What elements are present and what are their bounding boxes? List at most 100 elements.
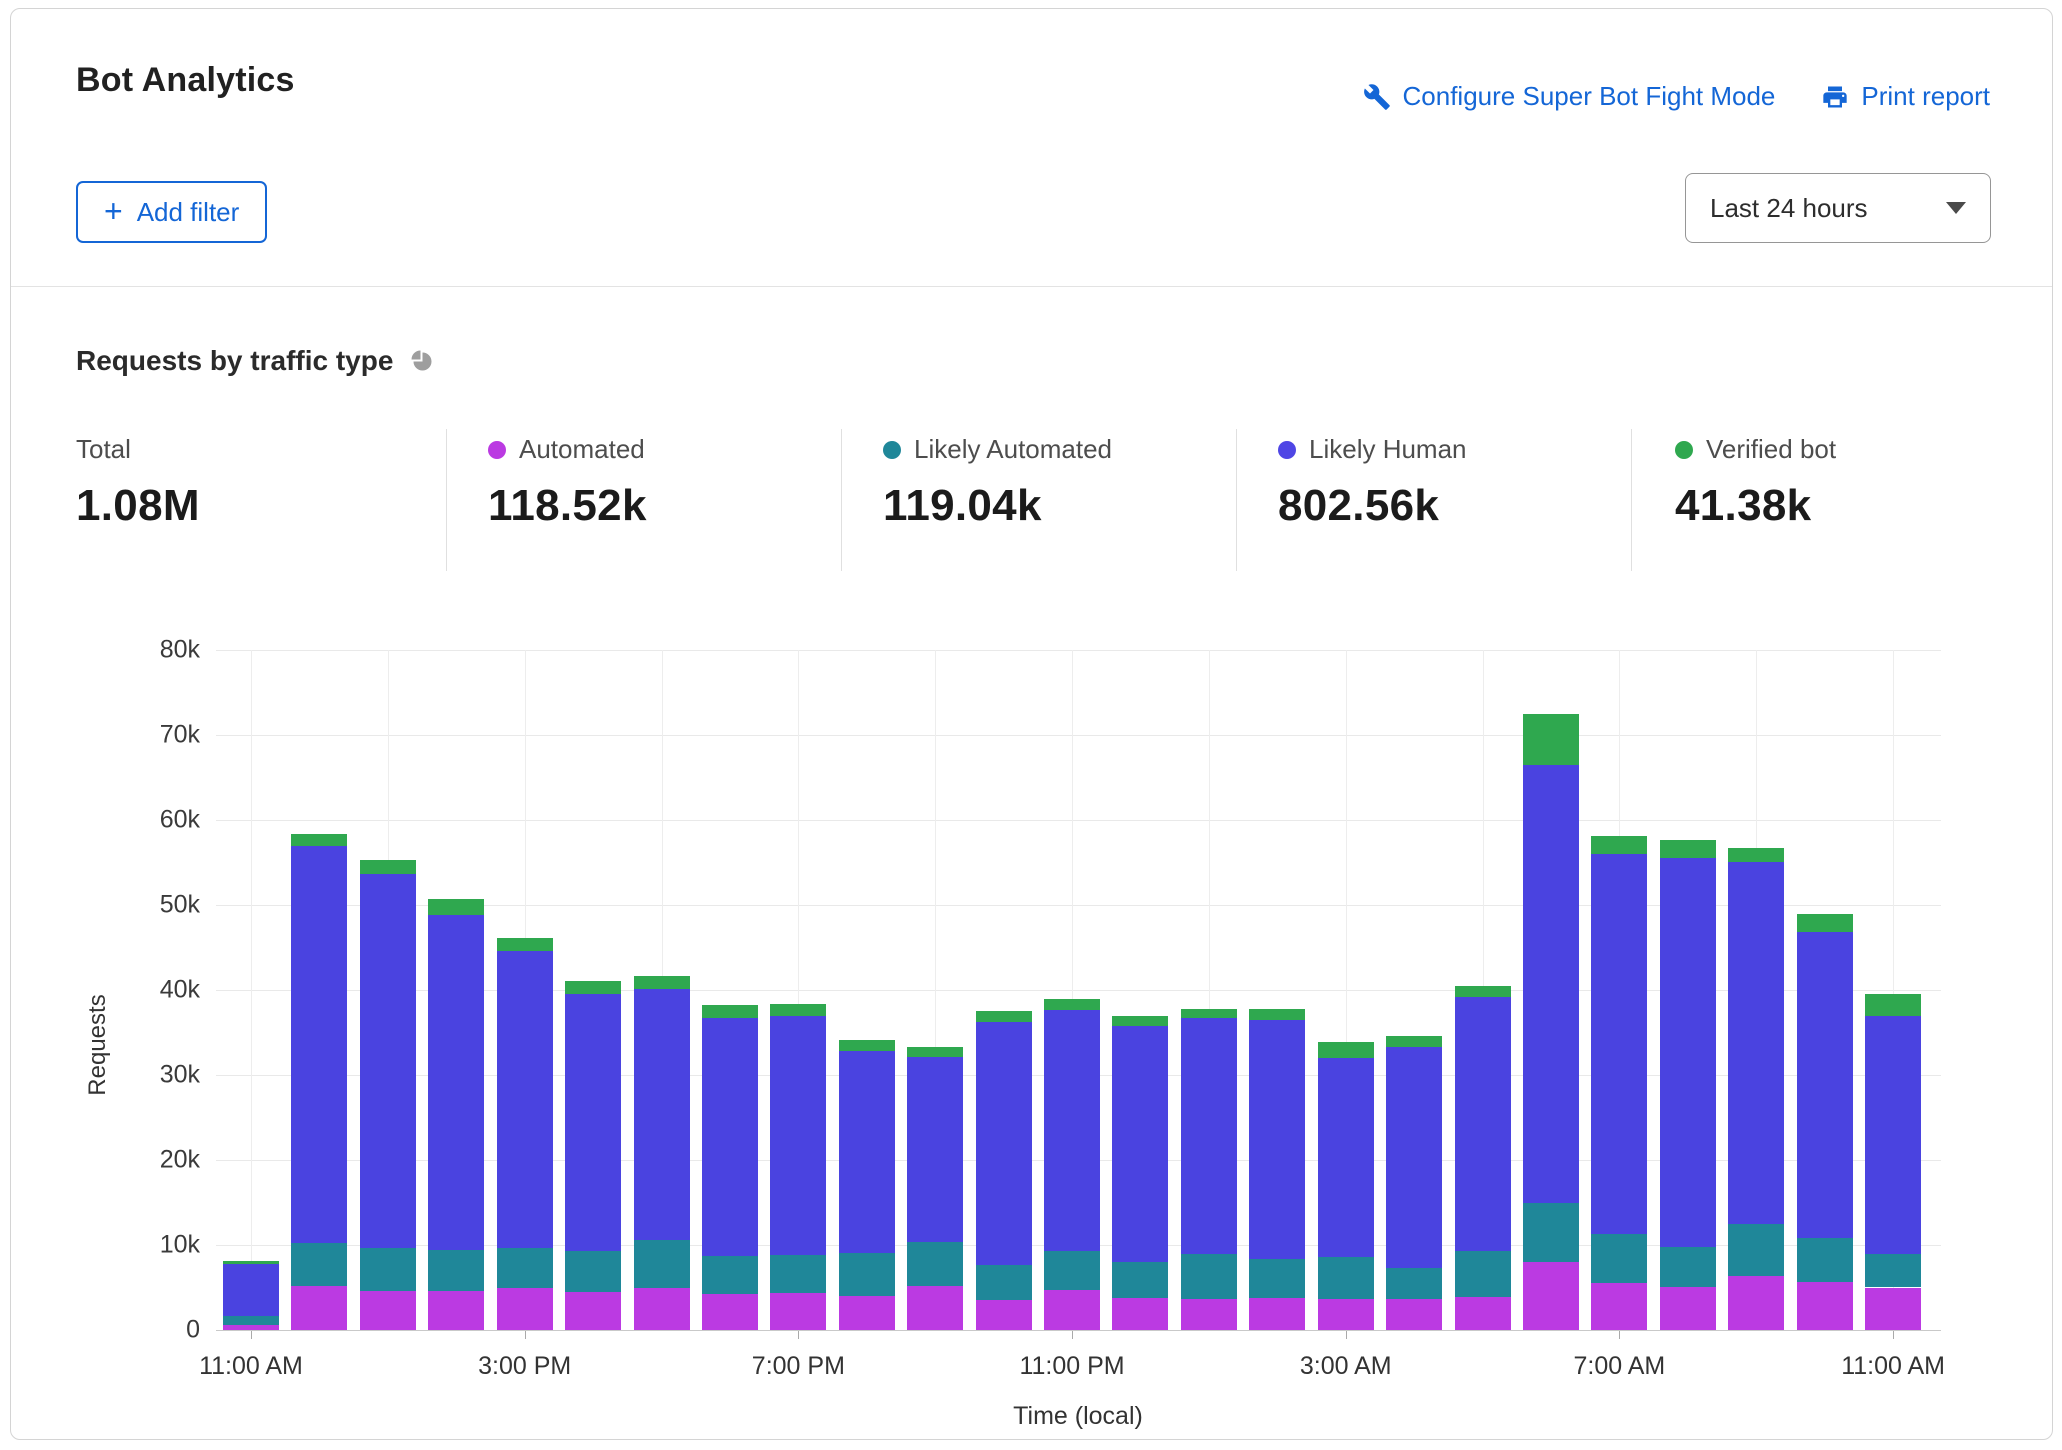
section-title-row: Requests by traffic type [76, 345, 436, 377]
bar-segment-likely-automated [1455, 1251, 1511, 1297]
verified-bot-dot [1675, 441, 1693, 459]
bar-segment-likely-automated [839, 1253, 895, 1296]
bar-600pm-7 [702, 650, 758, 1330]
stat-label: Automated [519, 434, 645, 465]
bar-segment-verified-bot [291, 834, 347, 846]
x-tick-mark [798, 1331, 799, 1339]
bar-segment-automated [702, 1294, 758, 1330]
bar-segment-automated [565, 1292, 621, 1330]
bar-segment-likely-human [565, 994, 621, 1251]
bar-segment-verified-bot [1797, 914, 1853, 932]
bar-segment-likely-human [1865, 1016, 1921, 1255]
stat-value: 1.08M [76, 481, 200, 531]
bar-segment-verified-bot [1044, 999, 1100, 1009]
stat-total: Total 1.08M [76, 434, 200, 531]
bar-segment-automated [976, 1300, 1032, 1330]
x-tick-label: 11:00 AM [199, 1352, 303, 1381]
bar-segment-likely-automated [291, 1243, 347, 1286]
bar-segment-automated [1523, 1262, 1579, 1330]
bar-segment-verified-bot [565, 981, 621, 995]
bar-700pm-8 [770, 650, 826, 1330]
bot-analytics-card: Bot Analytics Configure Super Bot Fight … [10, 8, 2053, 1440]
bar-segment-automated [1181, 1299, 1237, 1330]
bar-segment-automated [291, 1286, 347, 1330]
bar-400am-17 [1386, 650, 1442, 1330]
bar-segment-likely-human [428, 915, 484, 1250]
y-tick-label: 80k [160, 636, 200, 665]
bar-segment-automated [1797, 1282, 1853, 1330]
time-range-select[interactable]: Last 24 hours [1685, 173, 1991, 243]
stat-label: Likely Automated [914, 434, 1112, 465]
plus-icon: + [104, 195, 123, 227]
bar-segment-likely-automated [497, 1248, 553, 1289]
bar-segment-automated [1591, 1283, 1647, 1330]
bar-segment-likely-human [1591, 854, 1647, 1234]
bar-segment-likely-automated [634, 1240, 690, 1288]
bar-segment-likely-human [1523, 765, 1579, 1203]
bar-segment-likely-human [223, 1264, 279, 1317]
bar-segment-likely-human [360, 874, 416, 1248]
bar-segment-automated [1386, 1299, 1442, 1330]
bar-segment-automated [497, 1288, 553, 1330]
bar-segment-likely-automated [1386, 1268, 1442, 1299]
header-links: Configure Super Bot Fight Mode Print rep… [1363, 81, 1990, 112]
print-link-label: Print report [1861, 81, 1990, 112]
x-tick-mark [525, 1331, 526, 1339]
print-report-link[interactable]: Print report [1821, 81, 1990, 112]
header-divider [11, 286, 2052, 287]
bar-segment-verified-bot [907, 1047, 963, 1057]
bar-segment-verified-bot [1386, 1036, 1442, 1047]
bar-segment-verified-bot [1728, 848, 1784, 862]
bar-segment-likely-automated [907, 1242, 963, 1285]
y-axis-title: Requests [84, 994, 112, 1095]
bar-1100pm-12 [1044, 650, 1100, 1330]
bar-segment-likely-human [1386, 1047, 1442, 1268]
bar-segment-verified-bot [1865, 994, 1921, 1015]
automated-dot [488, 441, 506, 459]
bar-segment-likely-human [1660, 858, 1716, 1246]
bar-segment-automated [1112, 1298, 1168, 1330]
y-tick-label: 30k [160, 1061, 200, 1090]
bar-700am-20 [1591, 650, 1647, 1330]
configure-super-bot-fight-mode-link[interactable]: Configure Super Bot Fight Mode [1363, 81, 1776, 112]
y-tick-label: 60k [160, 806, 200, 835]
x-tick-mark [1072, 1331, 1073, 1339]
x-tick-mark [251, 1331, 252, 1339]
bar-segment-likely-automated [360, 1248, 416, 1291]
bar-segment-automated [839, 1296, 895, 1330]
bar-500pm-6 [634, 650, 690, 1330]
bar-segment-likely-automated [1660, 1247, 1716, 1287]
bar-segment-likely-automated [565, 1251, 621, 1292]
bar-segment-likely-human [1249, 1020, 1305, 1260]
bar-segment-verified-bot [1455, 986, 1511, 997]
bar-segment-verified-bot [1591, 836, 1647, 854]
printer-icon [1821, 83, 1849, 111]
stat-divider [446, 429, 447, 571]
bar-segment-likely-human [907, 1057, 963, 1242]
bar-segment-automated [907, 1286, 963, 1330]
bar-segment-likely-human [770, 1016, 826, 1255]
bar-segment-verified-bot [428, 899, 484, 915]
add-filter-button[interactable]: + Add filter [76, 181, 267, 243]
bar-segment-likely-automated [1181, 1254, 1237, 1298]
bar-1000pm-11 [976, 650, 1032, 1330]
stat-label: Likely Human [1309, 434, 1467, 465]
bar-800am-21 [1660, 650, 1716, 1330]
bar-100pm-2 [360, 650, 416, 1330]
bar-800pm-9 [839, 650, 895, 1330]
bar-1100am-0 [223, 650, 279, 1330]
bar-1000am-23 [1797, 650, 1853, 1330]
bar-1100am-24 [1865, 650, 1921, 1330]
bar-segment-likely-automated [1591, 1234, 1647, 1283]
bar-segment-automated [428, 1291, 484, 1330]
bar-segment-automated [1728, 1276, 1784, 1330]
bar-segment-verified-bot [1112, 1016, 1168, 1025]
stat-automated: Automated 118.52k [488, 434, 647, 531]
bar-300am-16 [1318, 650, 1374, 1330]
likely-human-dot [1278, 441, 1296, 459]
stat-divider [841, 429, 842, 571]
bar-segment-likely-human [1455, 997, 1511, 1251]
bar-segment-likely-automated [702, 1256, 758, 1294]
bar-segment-verified-bot [839, 1040, 895, 1051]
bar-400pm-5 [565, 650, 621, 1330]
